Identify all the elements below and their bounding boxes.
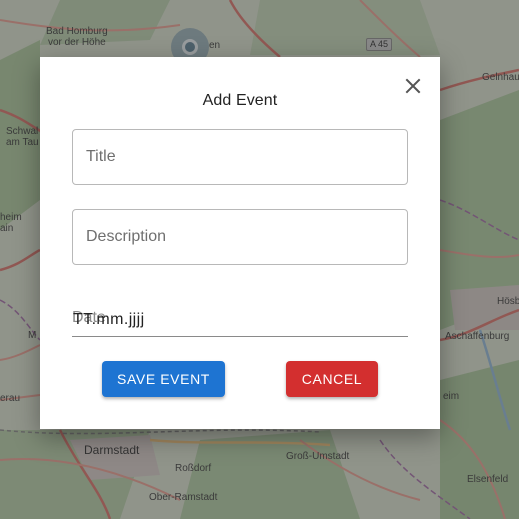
save-event-button[interactable]: Save Event [102, 361, 225, 397]
add-event-dialog: Add Event Date TT.mm.jjjj Save Event Can… [40, 57, 440, 429]
cancel-button[interactable]: Cancel [286, 361, 378, 397]
date-input[interactable]: TT.mm.jjjj [73, 311, 145, 329]
description-input[interactable] [73, 210, 407, 264]
title-input[interactable] [73, 130, 407, 184]
date-field[interactable]: Date TT.mm.jjjj [72, 297, 408, 337]
title-field[interactable] [72, 129, 408, 185]
dialog-title: Add Event [202, 92, 278, 109]
description-field[interactable] [72, 209, 408, 265]
